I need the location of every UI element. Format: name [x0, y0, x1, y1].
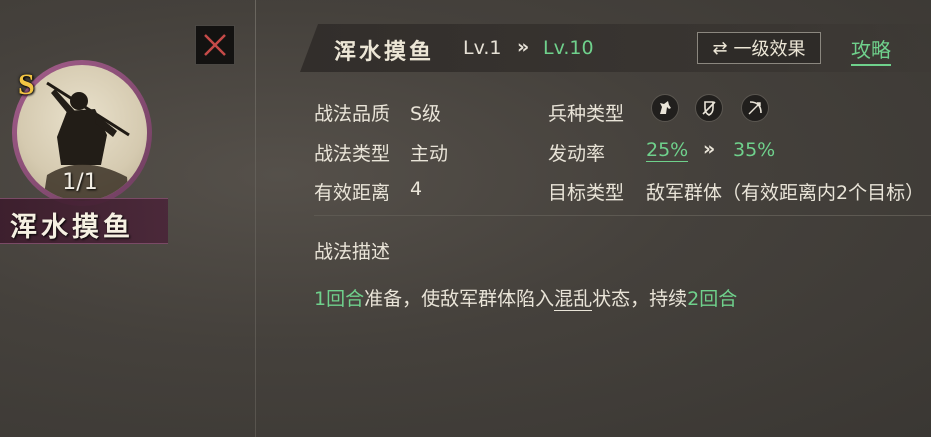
level-arrow-icon: »	[517, 36, 530, 58]
grade-badge: S	[18, 68, 35, 101]
effect-level-label: 一级效果	[733, 39, 806, 60]
close-icon	[204, 34, 226, 56]
skill-title: 浑水摸鱼	[334, 39, 435, 65]
status-keyword-link[interactable]: 混乱	[554, 288, 593, 311]
duration-turns: 2回合	[687, 288, 738, 310]
close-button[interactable]	[195, 25, 235, 65]
section-divider	[314, 215, 931, 216]
swap-icon: ⇄	[712, 37, 728, 59]
target-type-label: 目标类型	[548, 182, 625, 204]
skill-card-panel: S 1/1 浑水摸鱼	[0, 0, 256, 437]
type-value: 主动	[410, 143, 449, 165]
trigger-rate-label: 发动率	[548, 143, 606, 165]
unit-type-label: 兵种类型	[548, 103, 625, 125]
description-part-1: 准备，使敌军群体陷入	[364, 288, 555, 310]
skill-card-name: 浑水摸鱼	[10, 212, 134, 243]
range-value: 4	[410, 178, 423, 200]
level-current: Lv.1	[463, 37, 502, 59]
trigger-rate-max: 35%	[733, 139, 776, 161]
cavalry-icon	[651, 94, 679, 122]
trigger-rate-current[interactable]: 25%	[646, 139, 689, 162]
type-label: 战法类型	[314, 143, 391, 165]
description-heading: 战法描述	[314, 241, 391, 263]
prep-turns: 1回合	[314, 288, 365, 310]
rate-arrow-icon: »	[703, 138, 716, 160]
description-text: 1回合准备，使敌军群体陷入混乱状态，持续2回合	[314, 284, 737, 311]
strategy-link[interactable]: 攻略	[851, 34, 891, 66]
uses-count: 1/1	[62, 170, 98, 195]
archer-icon	[741, 94, 769, 122]
quality-value: S级	[410, 103, 442, 125]
infantry-icon	[695, 94, 723, 122]
skill-name-plate: 浑水摸鱼	[0, 198, 168, 244]
target-type-value: 敌军群体（有效距离内2个目标）	[646, 182, 925, 204]
description-part-2: 状态，持续	[592, 288, 688, 310]
range-label: 有效距离	[314, 182, 391, 204]
quality-label: 战法品质	[314, 103, 391, 125]
level-max: Lv.10	[543, 37, 594, 59]
effect-level-button[interactable]: ⇄ 一级效果	[697, 32, 821, 64]
